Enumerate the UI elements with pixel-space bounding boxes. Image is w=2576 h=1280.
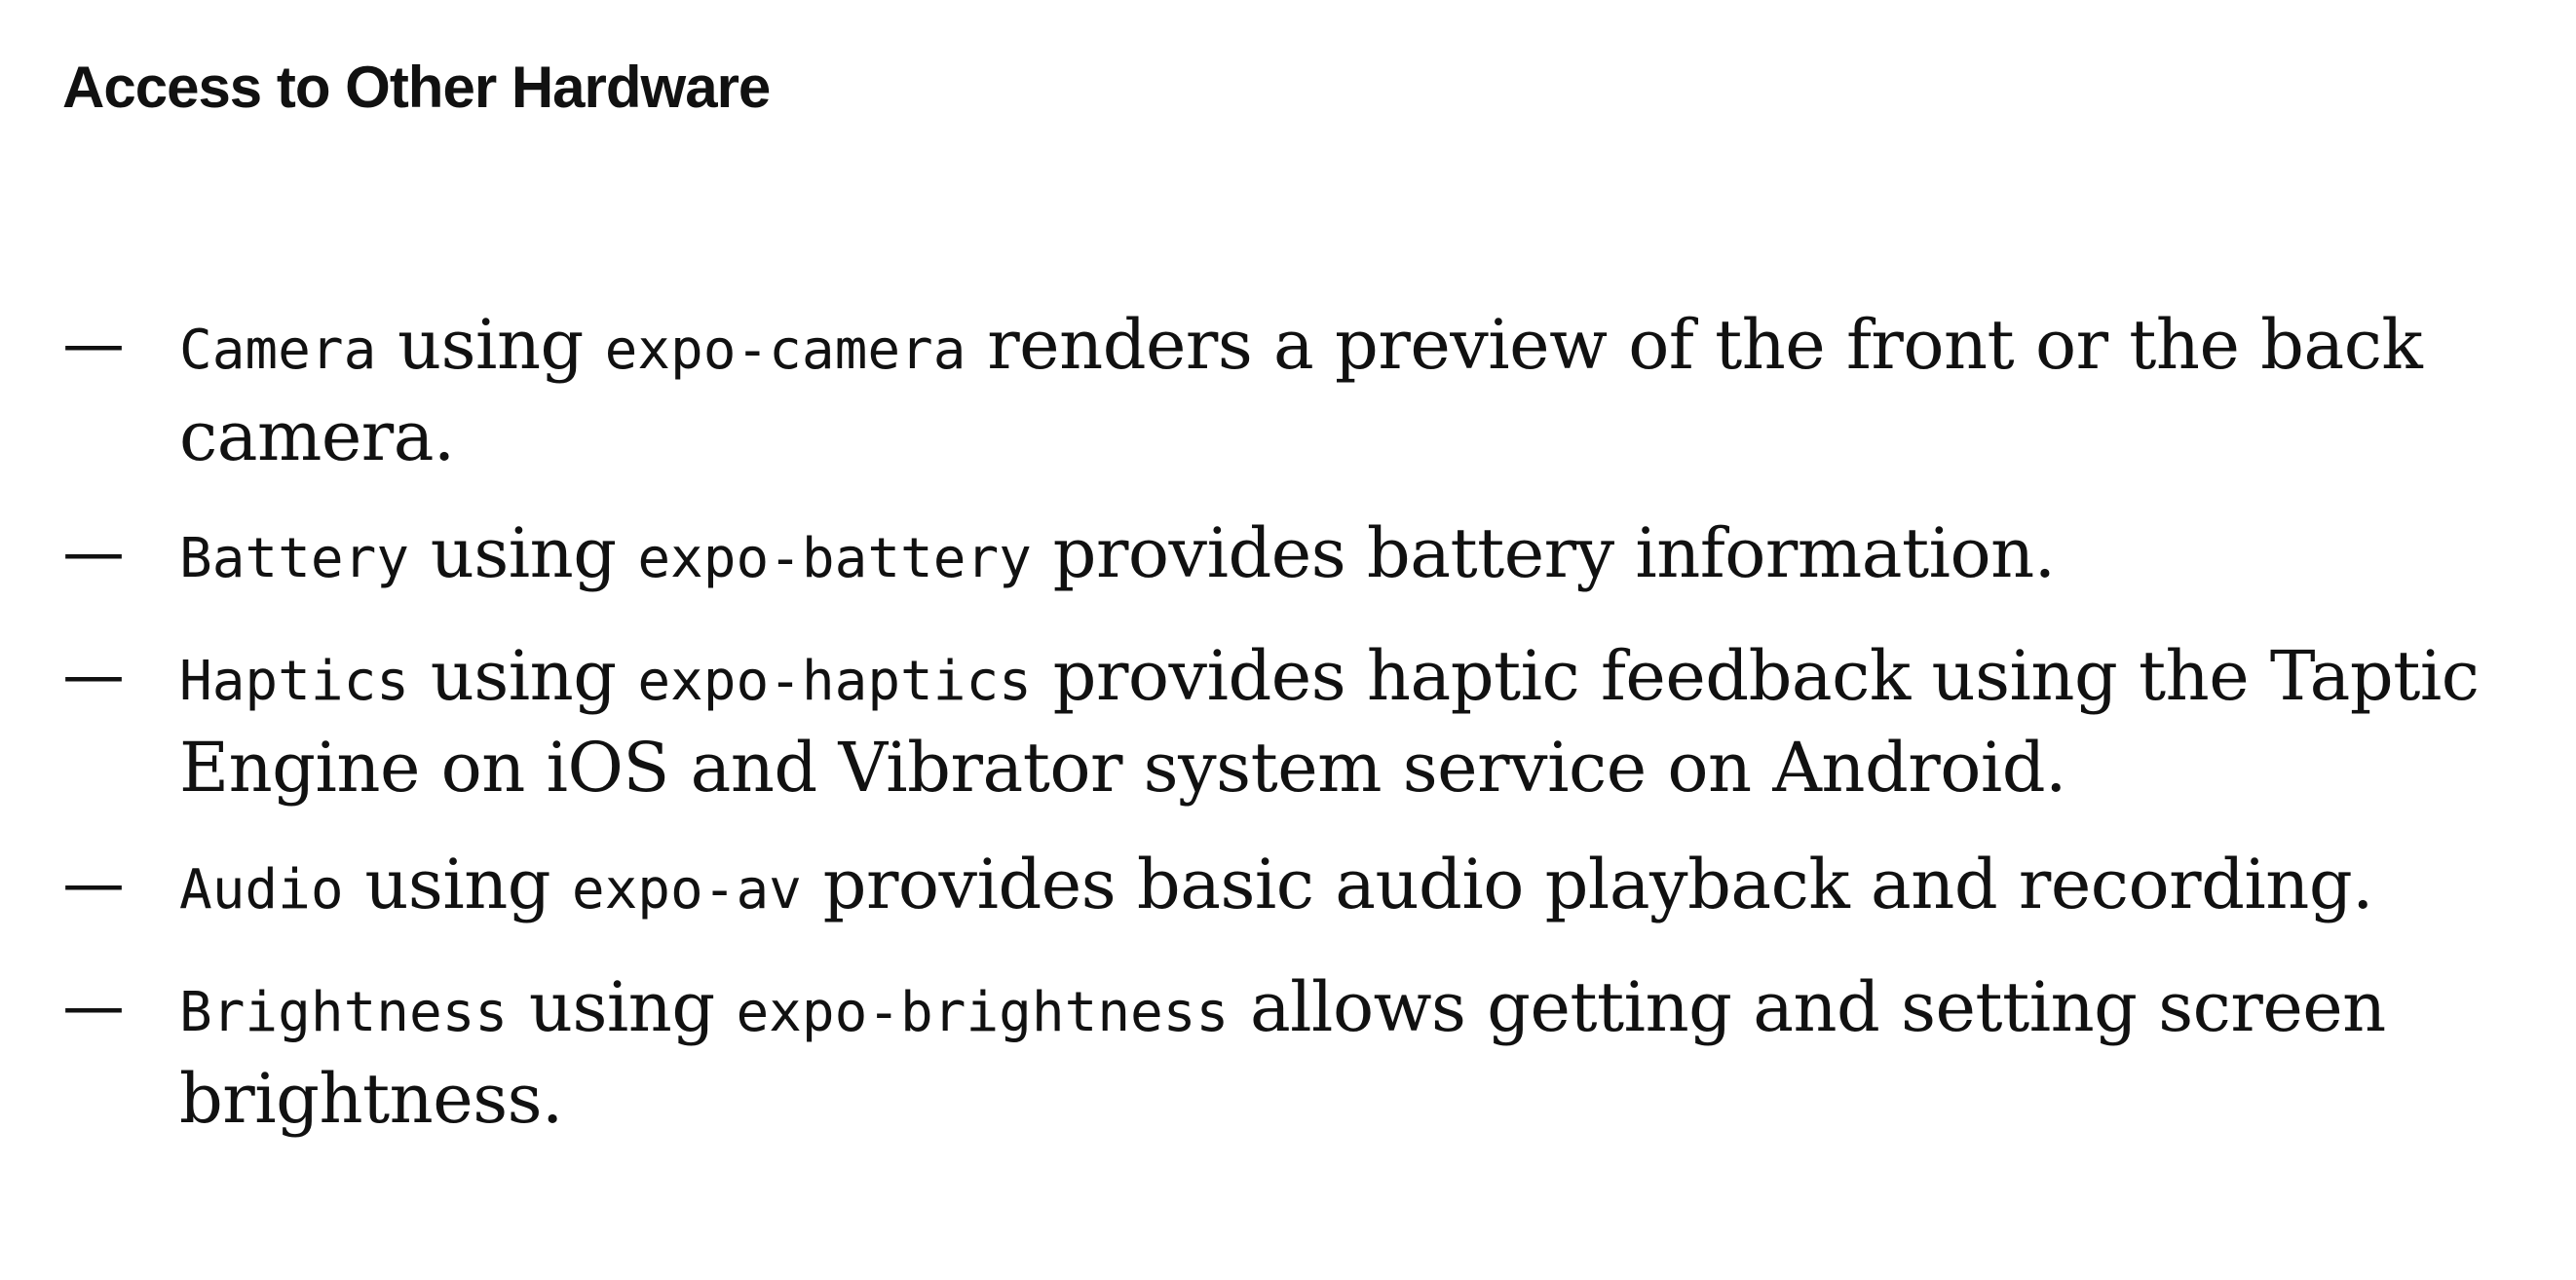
list-item-brightness: — Brightness using expo-brightness allows… [62,964,2518,1142]
item-description: provides battery information. [1031,513,2056,593]
dash-bullet-icon: — [62,517,125,589]
using-text: using [409,513,638,593]
slide-title: Access to Other Hardware [62,55,771,120]
using-text: using [508,967,737,1047]
package-name: expo-camera [604,319,966,382]
package-name: expo-av [571,858,802,922]
api-name: Brightness [179,981,509,1044]
using-text: using [409,636,638,716]
item-description: provides basic audio playback and record… [801,845,2374,924]
api-name: Battery [179,527,410,590]
using-text: using [376,305,605,385]
list-item-haptics: — Haptics using expo-haptics provides hap… [62,633,2518,810]
api-name: Audio [179,858,344,922]
package-name: expo-battery [637,527,1032,590]
api-name: Camera [179,319,377,382]
api-name: Haptics [179,650,410,713]
list-item-camera: — Camera using expo-camera renders a prev… [62,302,2518,479]
dash-bullet-icon: — [62,971,125,1043]
package-name: expo-haptics [637,650,1032,713]
dash-bullet-icon: — [62,309,125,381]
list-item-battery: — Battery using expo-battery provides bat… [62,510,2518,602]
dash-bullet-icon: — [62,848,125,921]
using-text: using [343,845,572,924]
dash-bullet-icon: — [62,640,125,712]
list-item-audio: — Audio using expo-av provides basic audi… [62,842,2518,933]
slide: Access to Other Hardware — Camera using e… [0,0,2576,1280]
package-name: expo-brightness [736,981,1230,1044]
bullet-list: — Camera using expo-camera renders a prev… [62,302,2518,1173]
